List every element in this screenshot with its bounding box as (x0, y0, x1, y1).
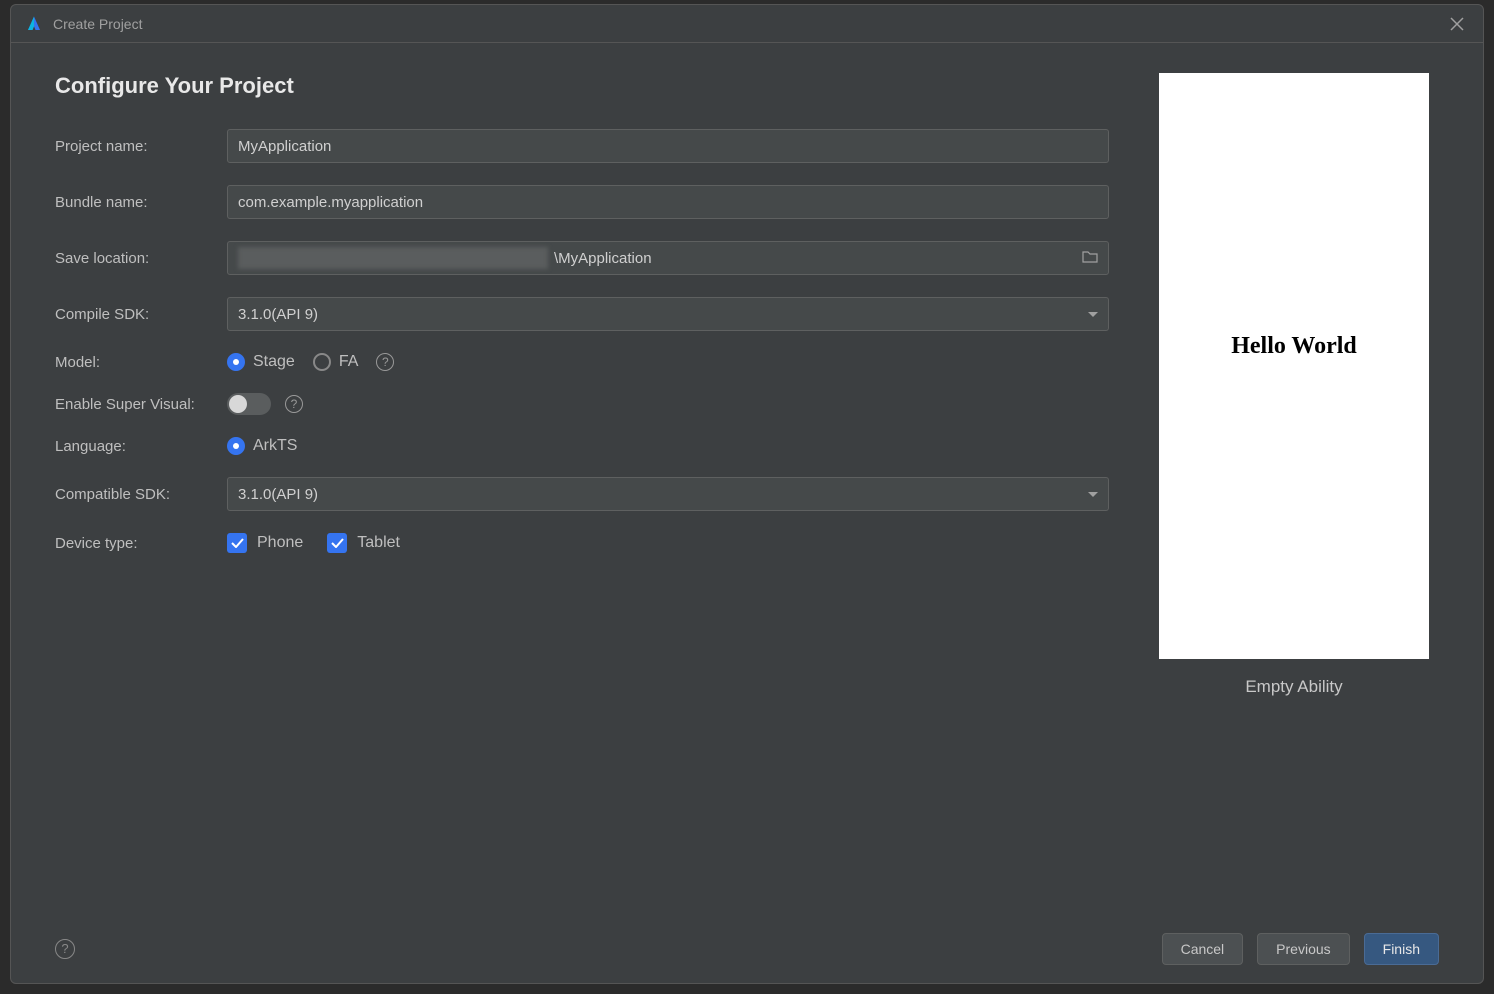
form-panel: Configure Your Project Project name: Bun… (55, 73, 1109, 913)
radio-language-arkts[interactable]: ArkTS (227, 437, 297, 455)
bundle-name-input[interactable] (238, 194, 1098, 211)
dialog-title: Create Project (53, 16, 142, 32)
save-location-suffix: \MyApplication (554, 250, 652, 267)
previous-button[interactable]: Previous (1257, 933, 1349, 965)
label-super-visual: Enable Super Visual: (55, 396, 227, 413)
input-wrap-project-name (227, 129, 1109, 163)
input-wrap-bundle-name (227, 185, 1109, 219)
save-location-input[interactable]: \MyApplication (227, 241, 1109, 275)
label-device-type: Device type: (55, 535, 227, 552)
dialog-body: Configure Your Project Project name: Bun… (11, 43, 1483, 913)
language-radio-group: ArkTS (227, 437, 297, 455)
label-language: Language: (55, 438, 227, 455)
help-button[interactable]: ? (55, 939, 75, 959)
row-device-type: Device type: Phone Tablet (55, 533, 1109, 553)
checkbox-label: Tablet (357, 534, 400, 552)
radio-model-stage[interactable]: Stage (227, 353, 295, 371)
help-icon[interactable]: ? (285, 395, 303, 413)
app-logo-icon (25, 15, 43, 33)
compatible-sdk-value: 3.1.0(API 9) (238, 486, 318, 503)
checkbox-phone[interactable]: Phone (227, 533, 303, 553)
row-save-location: Save location: \MyApplication (55, 241, 1109, 275)
folder-icon[interactable] (1082, 250, 1098, 267)
compile-sdk-dropdown[interactable]: 3.1.0(API 9) (227, 297, 1109, 331)
radio-label: ArkTS (253, 437, 297, 455)
row-compatible-sdk: Compatible SDK: 3.1.0(API 9) (55, 477, 1109, 511)
row-project-name: Project name: (55, 129, 1109, 163)
label-compile-sdk: Compile SDK: (55, 306, 227, 323)
radio-label: FA (339, 353, 359, 371)
dialog-footer: ? Cancel Previous Finish (11, 913, 1483, 983)
compile-sdk-value: 3.1.0(API 9) (238, 306, 318, 323)
preview-caption: Empty Ability (1245, 677, 1342, 697)
radio-dot-icon (227, 353, 245, 371)
row-bundle-name: Bundle name: (55, 185, 1109, 219)
footer-buttons: Cancel Previous Finish (1162, 933, 1439, 965)
label-model: Model: (55, 354, 227, 371)
chevron-down-icon (1088, 492, 1098, 497)
row-language: Language: ArkTS (55, 437, 1109, 455)
super-visual-toggle[interactable] (227, 393, 271, 415)
label-bundle-name: Bundle name: (55, 194, 227, 211)
radio-label: Stage (253, 353, 295, 371)
project-name-input[interactable] (238, 138, 1098, 155)
checkbox-label: Phone (257, 534, 303, 552)
checkbox-tablet[interactable]: Tablet (327, 533, 400, 553)
help-icon[interactable]: ? (376, 353, 394, 371)
radio-model-fa[interactable]: FA (313, 353, 359, 371)
redacted-path (238, 247, 548, 269)
row-super-visual: Enable Super Visual: ? (55, 393, 1109, 415)
cancel-button[interactable]: Cancel (1162, 933, 1244, 965)
checkmark-icon (327, 533, 347, 553)
radio-dot-icon (227, 437, 245, 455)
compatible-sdk-dropdown[interactable]: 3.1.0(API 9) (227, 477, 1109, 511)
preview-text: Hello World (1231, 333, 1357, 360)
checkmark-icon (227, 533, 247, 553)
device-type-group: Phone Tablet (227, 533, 400, 553)
model-radio-group: Stage FA ? (227, 353, 394, 371)
template-preview: Hello World (1159, 73, 1429, 659)
page-heading: Configure Your Project (55, 73, 1109, 99)
row-model: Model: Stage FA ? (55, 353, 1109, 371)
radio-dot-icon (313, 353, 331, 371)
chevron-down-icon (1088, 312, 1098, 317)
preview-panel: Hello World Empty Ability (1149, 73, 1439, 913)
create-project-dialog: Create Project Configure Your Project Pr… (10, 4, 1484, 984)
finish-button[interactable]: Finish (1364, 933, 1439, 965)
label-save-location: Save location: (55, 250, 227, 267)
label-project-name: Project name: (55, 138, 227, 155)
close-button[interactable] (1445, 12, 1469, 36)
row-compile-sdk: Compile SDK: 3.1.0(API 9) (55, 297, 1109, 331)
dialog-titlebar: Create Project (11, 5, 1483, 43)
label-compatible-sdk: Compatible SDK: (55, 486, 227, 503)
